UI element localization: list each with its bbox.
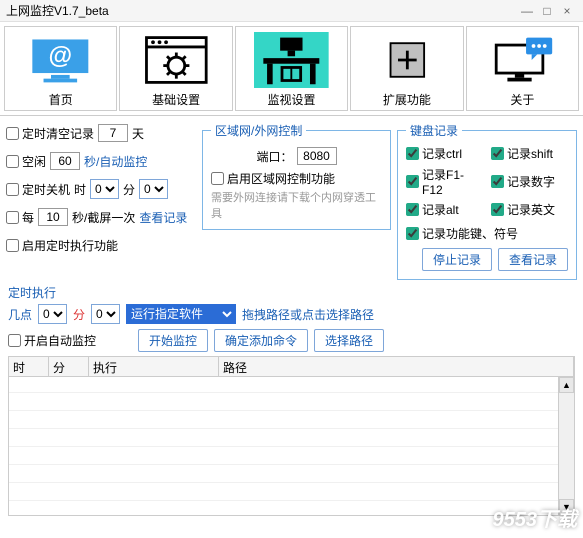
enable-lan-checkbox[interactable]: 启用区域网控制功能: [211, 170, 335, 187]
run-action-select[interactable]: 运行指定软件: [126, 304, 236, 324]
kb-numbers-checkbox[interactable]: 记录数字: [491, 166, 568, 197]
watermark: 9553下载: [493, 503, 578, 532]
port-input[interactable]: [297, 147, 337, 165]
kb-legend: 键盘记录: [406, 122, 462, 139]
at-monitor-icon: @: [7, 31, 114, 89]
toolbar-label: 首页: [7, 91, 114, 108]
minute-label: 分: [73, 306, 85, 323]
auto-monitor-checkbox[interactable]: 开启自动监控: [8, 332, 96, 349]
shutdown-minute-select[interactable]: 0: [139, 179, 168, 199]
lan-hint: 需要外网连接请下载个内网穿透工具: [211, 189, 382, 221]
toolbar-about[interactable]: 关于: [466, 26, 579, 111]
toolbar-label: 基础设置: [122, 91, 229, 108]
toolbar-label: 监视设置: [238, 91, 345, 108]
close-button[interactable]: ×: [557, 4, 577, 18]
kb-english-checkbox[interactable]: 记录英文: [491, 201, 568, 218]
chat-monitor-icon: [469, 31, 576, 89]
toolbar-label: 扩展功能: [353, 91, 460, 108]
schedule-section-title: 定时执行: [8, 284, 583, 301]
unit-label: 天: [132, 125, 144, 142]
sched-minute-select[interactable]: 0: [91, 304, 120, 324]
screenshot-interval-input[interactable]: [38, 208, 68, 226]
schedule-table: 时 分 执行 路径 ▲ ▼: [8, 356, 575, 516]
view-record-button[interactable]: 查看记录: [498, 248, 568, 271]
col-path[interactable]: 路径: [219, 357, 574, 376]
confirm-add-button[interactable]: 确定添加命令: [214, 329, 308, 352]
choose-path-button[interactable]: 选择路径: [314, 329, 384, 352]
kb-ctrl-checkbox[interactable]: 记录ctrl: [406, 145, 483, 162]
vertical-scrollbar[interactable]: ▲ ▼: [558, 377, 574, 515]
minimize-button[interactable]: —: [517, 4, 537, 18]
idle-seconds-input[interactable]: [50, 152, 80, 170]
col-minute[interactable]: 分: [49, 357, 89, 376]
view-records-link[interactable]: 查看记录: [139, 209, 187, 226]
plus-square-icon: [353, 31, 460, 89]
gear-window-icon: [122, 31, 229, 89]
toolbar-home[interactable]: @ 首页: [4, 26, 117, 111]
kb-shift-checkbox[interactable]: 记录shift: [491, 145, 568, 162]
hour-label: 时: [74, 181, 86, 198]
drag-path-hint[interactable]: 拖拽路径或点击选择路径: [242, 306, 374, 323]
kb-alt-checkbox[interactable]: 记录alt: [406, 201, 483, 218]
start-monitor-button[interactable]: 开始监控: [138, 329, 208, 352]
port-label: 端口：: [256, 148, 292, 165]
toolbar-label: 关于: [469, 91, 576, 108]
shutdown-checkbox[interactable]: 定时关机: [6, 181, 70, 198]
enable-schedule-checkbox[interactable]: 启用定时执行功能: [6, 237, 118, 254]
window-title: 上网监控V1.7_beta: [6, 2, 517, 19]
unit-label: 秒/截屏一次: [72, 209, 135, 226]
toolbar-monitor-settings[interactable]: 监视设置: [235, 26, 348, 111]
desk-icon: [238, 31, 345, 89]
points-label: 几点: [8, 306, 32, 323]
col-exec[interactable]: 执行: [89, 357, 219, 376]
stop-record-button[interactable]: 停止记录: [422, 248, 492, 271]
col-hour[interactable]: 时: [9, 357, 49, 376]
kb-fkeys-checkbox[interactable]: 记录F1-F12: [406, 166, 483, 197]
clear-records-checkbox[interactable]: 定时清空记录: [6, 125, 94, 142]
sched-hour-select[interactable]: 0: [38, 304, 67, 324]
keyboard-record-group: 键盘记录 记录ctrl 记录shift 记录F1-F12 记录数字 记录alt …: [397, 122, 577, 280]
clear-days-input[interactable]: [98, 124, 128, 142]
minute-label: 分: [123, 181, 135, 198]
svg-text:@: @: [49, 43, 73, 70]
idle-unit-link[interactable]: 秒/自动监控: [84, 153, 147, 170]
kb-special-checkbox[interactable]: 记录功能键、符号: [406, 225, 518, 242]
lan-legend: 区域网/外网控制: [211, 122, 306, 139]
maximize-button[interactable]: □: [537, 4, 557, 18]
toolbar-extensions[interactable]: 扩展功能: [350, 26, 463, 111]
every-checkbox[interactable]: 每: [6, 209, 34, 226]
scroll-up-icon[interactable]: ▲: [559, 377, 574, 393]
shutdown-hour-select[interactable]: 0: [90, 179, 119, 199]
lan-control-group: 区域网/外网控制 端口： 启用区域网控制功能 需要外网连接请下载个内网穿透工具: [202, 122, 391, 230]
idle-checkbox[interactable]: 空闲: [6, 153, 46, 170]
toolbar-basic-settings[interactable]: 基础设置: [119, 26, 232, 111]
